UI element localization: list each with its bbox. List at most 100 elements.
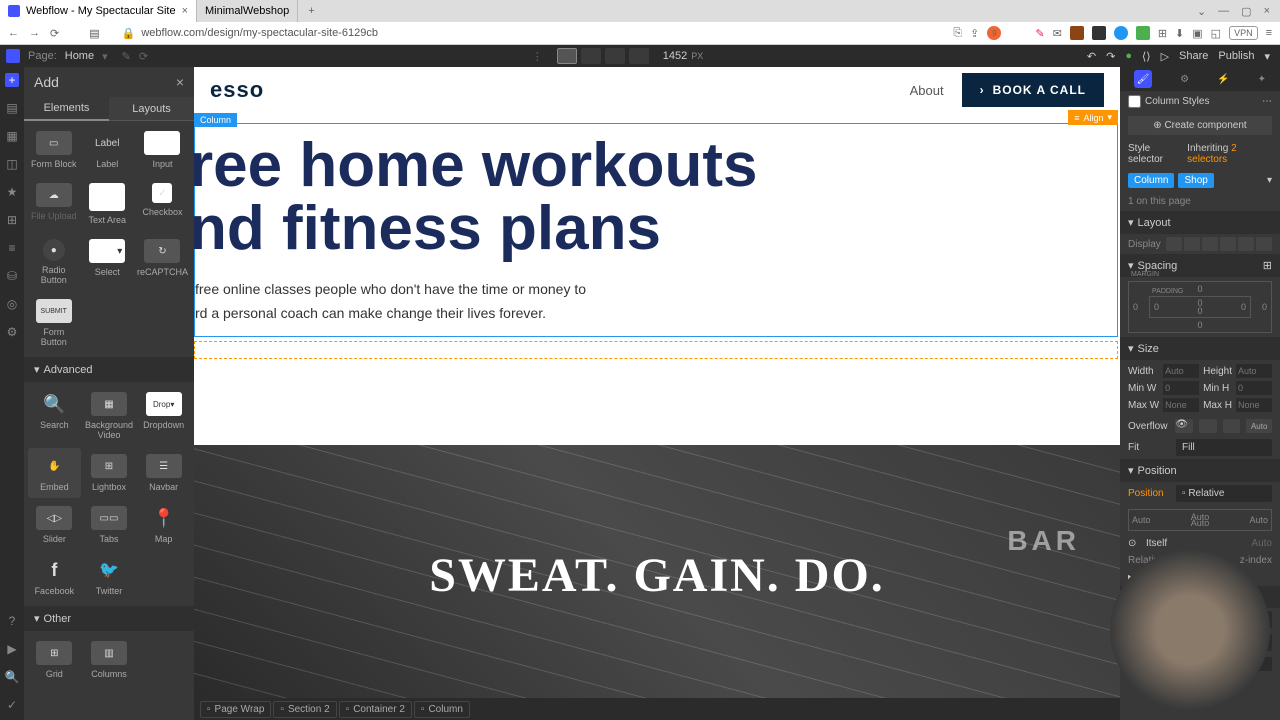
close-icon[interactable]: × bbox=[182, 5, 188, 17]
position-select[interactable]: ▫ Relative bbox=[1176, 485, 1272, 502]
display-none[interactable] bbox=[1256, 237, 1272, 251]
element-radio[interactable]: ●Radio Button bbox=[28, 233, 79, 291]
refresh-icon[interactable]: ⟳ bbox=[139, 50, 148, 63]
download-icon[interactable]: ⬇ bbox=[1175, 27, 1184, 40]
align-badge[interactable]: ≡ Align ▾ bbox=[1068, 110, 1118, 125]
comment-icon[interactable]: ✎ bbox=[122, 50, 131, 63]
bc-container[interactable]: ▫ Container 2 bbox=[339, 701, 412, 718]
selected-column[interactable]: ree home workouts nd fitness plans free … bbox=[194, 123, 1118, 337]
hero-paragraph[interactable]: free online classes people who don't hav… bbox=[195, 278, 1115, 326]
maximize-icon[interactable]: ▢ bbox=[1241, 5, 1251, 18]
display-inline[interactable] bbox=[1238, 237, 1254, 251]
chevron-down-icon[interactable]: ▾ bbox=[102, 50, 108, 63]
browser-tab[interactable]: MinimalWebshop bbox=[197, 0, 298, 22]
element-lightbox[interactable]: ⊞Lightbox bbox=[83, 448, 136, 498]
display-flex[interactable] bbox=[1184, 237, 1200, 251]
close-icon[interactable]: × bbox=[176, 74, 184, 90]
brand-logo[interactable]: esso bbox=[210, 77, 264, 103]
device-tablet[interactable] bbox=[581, 48, 601, 64]
tab-elements[interactable]: Elements bbox=[24, 97, 109, 121]
element-text-area[interactable]: Text Area bbox=[81, 177, 133, 231]
hero-image[interactable]: BAR SWEAT. GAIN. DO. bbox=[194, 445, 1120, 698]
code-icon[interactable]: ⟨⟩ bbox=[1142, 50, 1151, 63]
share-button[interactable]: Share bbox=[1179, 50, 1208, 62]
element-navbar[interactable]: ☰Navbar bbox=[137, 448, 190, 498]
settings-icon[interactable]: ⚙ bbox=[5, 325, 19, 339]
ext-icon-3[interactable] bbox=[1114, 26, 1128, 40]
display-grid[interactable] bbox=[1202, 237, 1218, 251]
height-input[interactable] bbox=[1236, 364, 1272, 378]
close-window-icon[interactable]: × bbox=[1264, 5, 1270, 17]
style-tab-icon[interactable]: 🖌 bbox=[1134, 70, 1152, 88]
save-icon[interactable]: ▣ bbox=[1192, 27, 1202, 40]
pages-icon[interactable]: ▤ bbox=[5, 101, 19, 115]
element-twitter[interactable]: 🐦Twitter bbox=[83, 552, 136, 602]
element-form-button[interactable]: SUBMITForm Button bbox=[28, 293, 79, 353]
chevron-down-icon[interactable]: ▾ bbox=[1264, 50, 1270, 63]
webflow-logo-icon[interactable] bbox=[6, 49, 20, 63]
element-checkbox[interactable]: ✓Checkbox bbox=[135, 177, 190, 231]
search-rail-icon[interactable]: 🔍 bbox=[5, 670, 19, 684]
help-icon[interactable]: ? bbox=[5, 614, 19, 628]
settings-tab-icon[interactable]: ⚙ bbox=[1180, 74, 1189, 85]
element-form-block[interactable]: ▭Form Block bbox=[28, 125, 79, 175]
ext-icon-4[interactable] bbox=[1136, 26, 1150, 40]
element-bg-video[interactable]: ▦Background Video bbox=[83, 386, 136, 446]
overflow-visible[interactable]: 👁 bbox=[1175, 419, 1193, 433]
redo-icon[interactable]: ↷ bbox=[1106, 50, 1115, 63]
bc-page-wrap[interactable]: ▫ Page Wrap bbox=[200, 701, 271, 718]
navigator-icon[interactable]: ▦ bbox=[5, 129, 19, 143]
spacing-editor[interactable]: MARGIN 0 0 0 0 PADDING 0 0 0 0 bbox=[1128, 281, 1272, 333]
element-facebook[interactable]: fFacebook bbox=[28, 552, 81, 602]
overflow-hidden[interactable] bbox=[1199, 419, 1217, 433]
tab-layouts[interactable]: Layouts bbox=[109, 97, 194, 121]
element-tabs[interactable]: ▭▭Tabs bbox=[83, 500, 136, 550]
users-icon[interactable]: ◎ bbox=[5, 297, 19, 311]
display-inline-block[interactable] bbox=[1220, 237, 1236, 251]
fit-select[interactable]: Fill bbox=[1176, 439, 1272, 456]
preview-icon[interactable]: ▷ bbox=[1161, 50, 1169, 63]
minw-input[interactable] bbox=[1163, 381, 1199, 395]
device-desktop[interactable] bbox=[557, 48, 577, 64]
section-other[interactable]: ▾ Other bbox=[24, 606, 194, 631]
ext-pen-icon[interactable]: ✎ bbox=[1035, 27, 1044, 40]
chevron-down-icon[interactable]: ⌄ bbox=[1197, 5, 1206, 18]
video-icon[interactable]: ▶ bbox=[5, 642, 19, 656]
class-tag-shop[interactable]: Shop bbox=[1178, 173, 1213, 188]
extensions-icon[interactable]: ⊞ bbox=[1158, 27, 1167, 40]
element-file-upload[interactable]: ☁File Upload bbox=[28, 177, 79, 231]
element-select[interactable]: ▾Select bbox=[81, 233, 133, 291]
element-embed[interactable]: ✋Embed bbox=[28, 448, 81, 498]
undo-icon[interactable]: ↶ bbox=[1087, 50, 1096, 63]
section-advanced[interactable]: ▾ Advanced bbox=[24, 357, 194, 382]
assets-icon[interactable]: ⊞ bbox=[5, 213, 19, 227]
element-grid[interactable]: ⊞Grid bbox=[28, 635, 81, 685]
address-bar[interactable]: ▤ 🔒 webflow.com/design/my-spectacular-si… bbox=[89, 27, 943, 40]
components-icon[interactable]: ◫ bbox=[5, 157, 19, 171]
element-tag-column[interactable]: Column bbox=[194, 113, 237, 127]
section-layout[interactable]: ▾ Layout bbox=[1120, 211, 1280, 234]
install-icon[interactable]: ⎘ bbox=[953, 27, 962, 40]
effects-tab-icon[interactable]: ✦ bbox=[1258, 74, 1266, 85]
blocker-badge[interactable]: 9 bbox=[987, 26, 1001, 40]
bc-section[interactable]: ▫ Section 2 bbox=[273, 701, 336, 718]
chevron-down-icon[interactable]: ▾ bbox=[1267, 175, 1272, 186]
column-styles-checkbox[interactable] bbox=[1128, 95, 1141, 108]
share-icon[interactable]: ⇪ bbox=[970, 27, 979, 40]
audit-icon[interactable]: ✓ bbox=[5, 698, 19, 712]
hero-heading[interactable]: ree home workouts nd fitness plans bbox=[194, 134, 1115, 260]
element-input[interactable]: Input bbox=[135, 125, 190, 175]
publish-button[interactable]: Publish bbox=[1218, 50, 1254, 62]
forward-icon[interactable]: → bbox=[29, 27, 40, 39]
nav-link-about[interactable]: About bbox=[910, 83, 944, 98]
element-dropdown[interactable]: Drop ▾Dropdown bbox=[137, 386, 190, 446]
width-input[interactable] bbox=[1163, 364, 1199, 378]
element-search[interactable]: 🔍Search bbox=[28, 386, 81, 446]
element-recaptcha[interactable]: ↻reCAPTCHA bbox=[135, 233, 190, 291]
overflow-auto[interactable]: Auto bbox=[1246, 419, 1272, 433]
book-call-button[interactable]: › BOOK A CALL bbox=[962, 73, 1104, 107]
element-slider[interactable]: ◁▷Slider bbox=[28, 500, 81, 550]
bc-column[interactable]: ▫ Column bbox=[414, 701, 470, 718]
device-mobile[interactable] bbox=[629, 48, 649, 64]
ext-icon-1[interactable] bbox=[1070, 26, 1084, 40]
